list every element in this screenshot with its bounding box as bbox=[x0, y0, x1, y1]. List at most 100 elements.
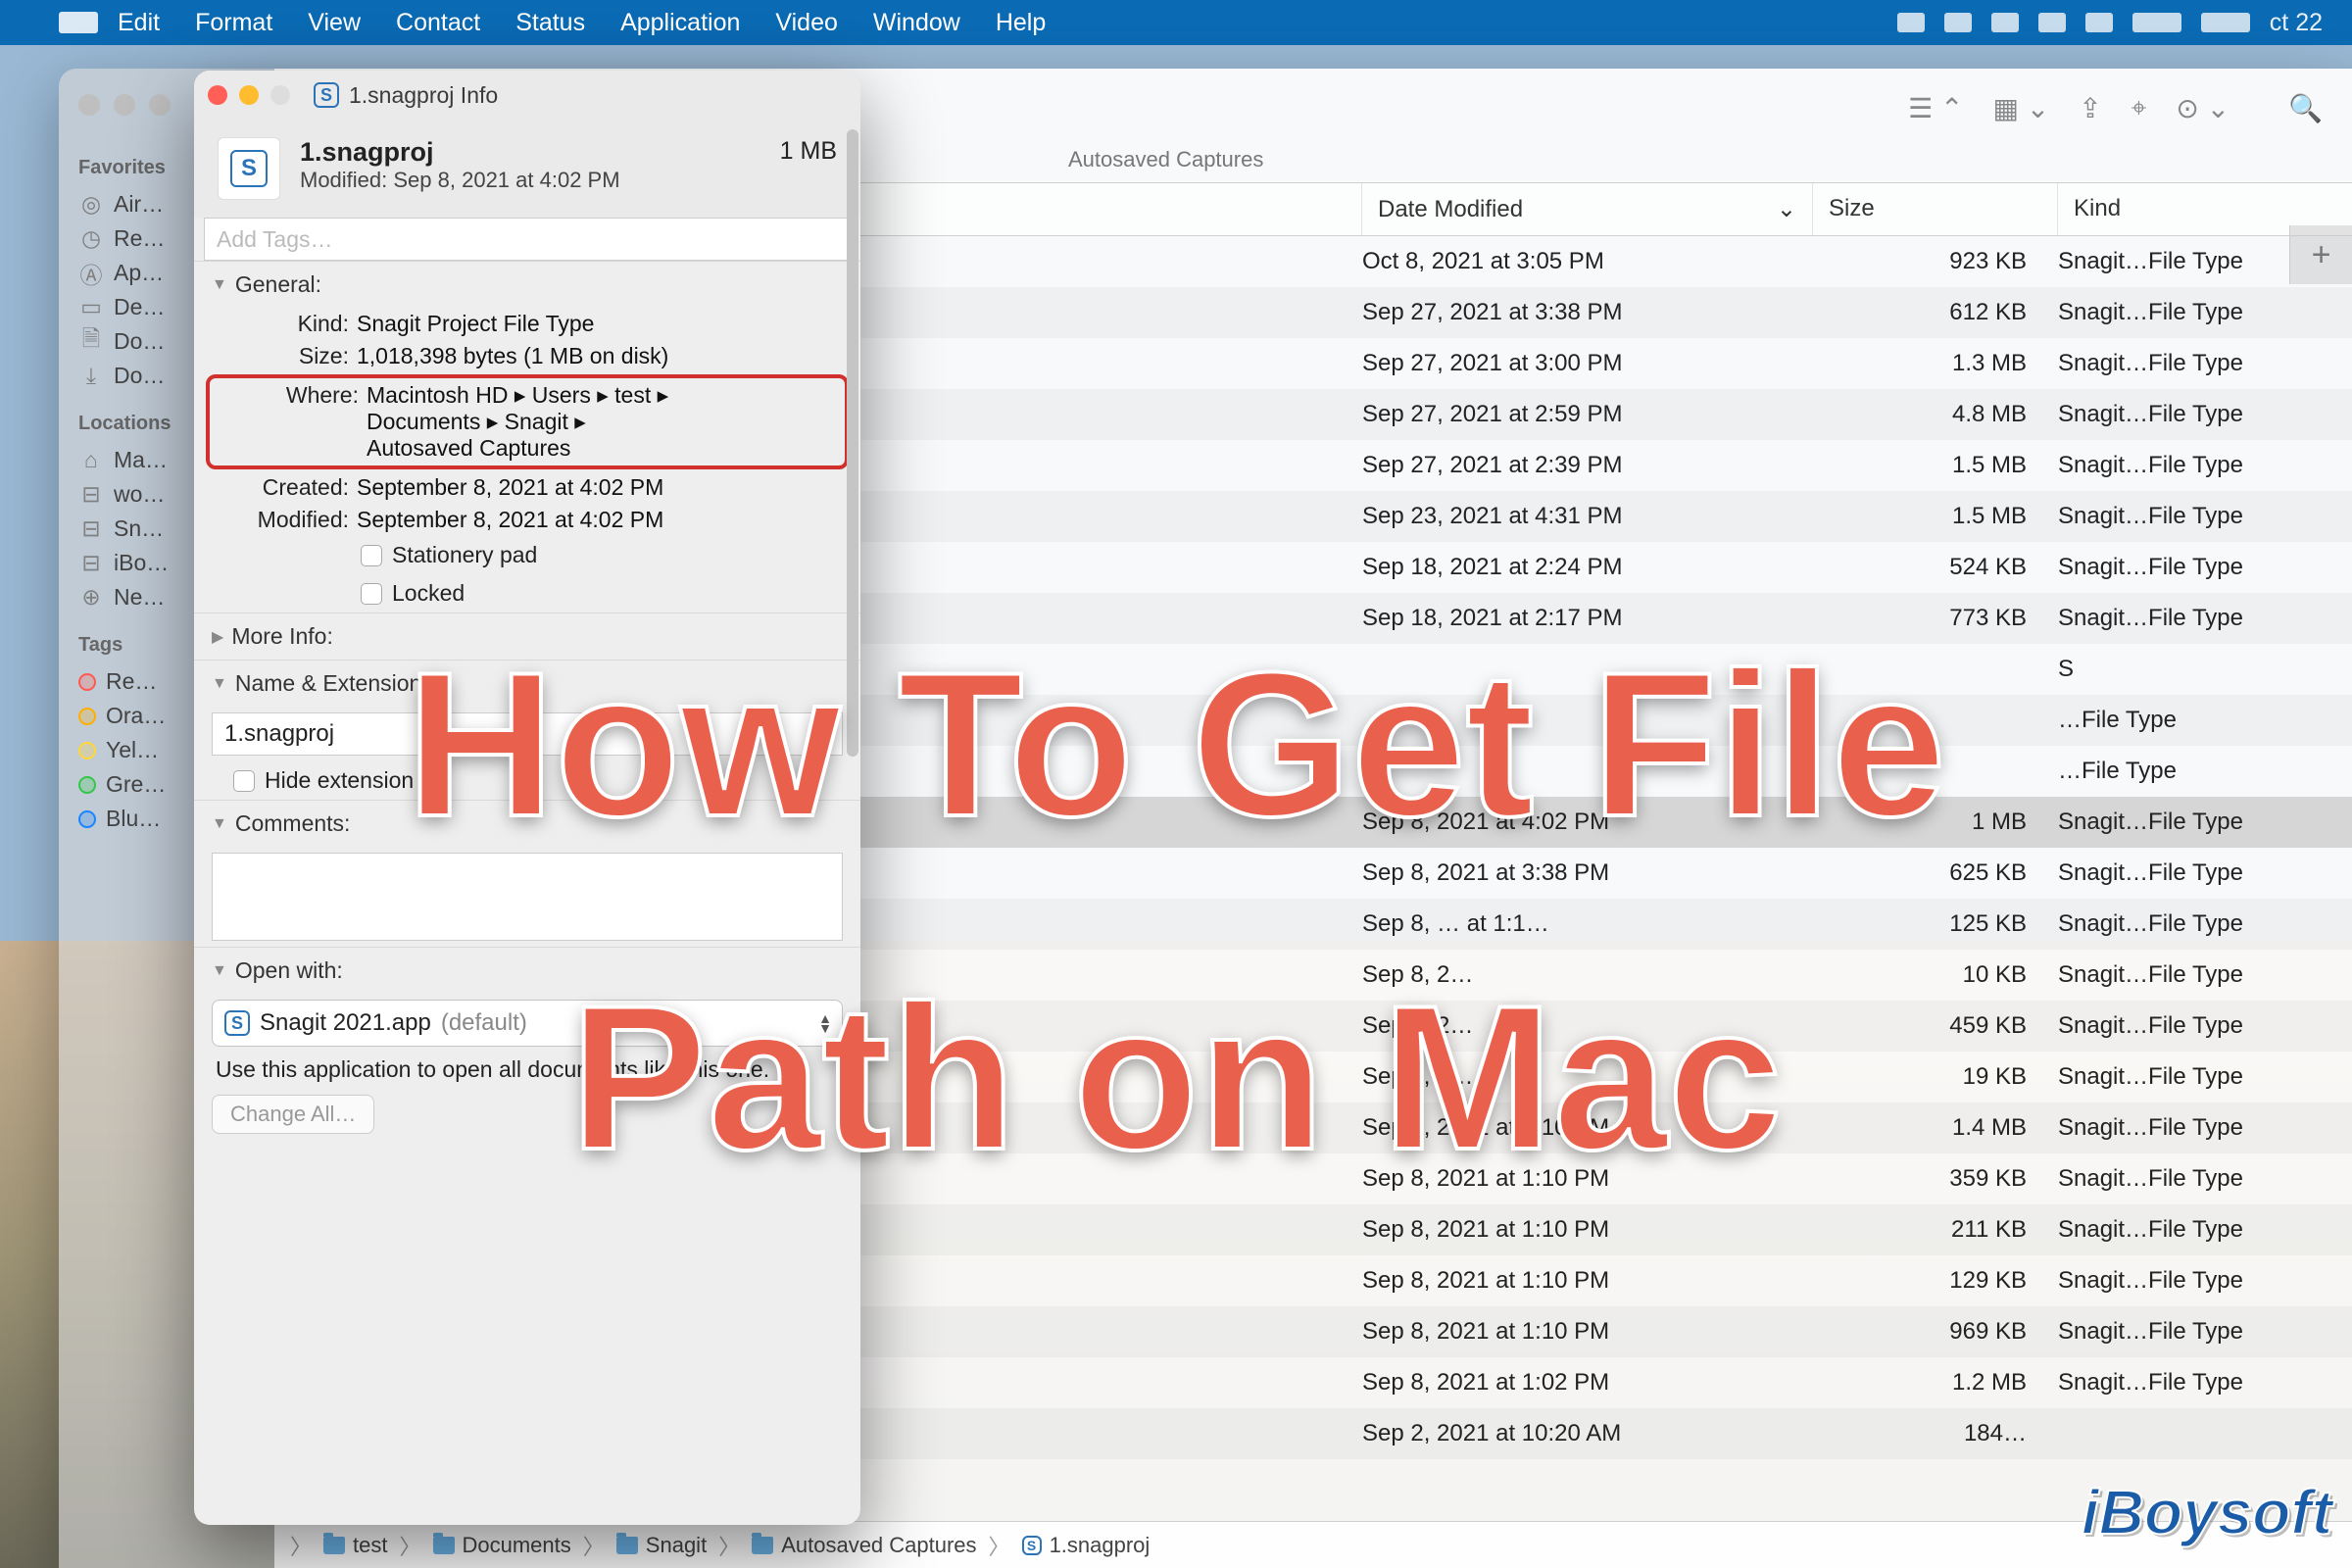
section-open-with[interactable]: ▼Open with: bbox=[194, 948, 860, 994]
maximize-icon[interactable] bbox=[270, 85, 290, 105]
section-comments[interactable]: ▼Comments: bbox=[194, 801, 860, 847]
file-kind: Snagit…File Type bbox=[2042, 910, 2336, 938]
menu-edit[interactable]: Edit bbox=[118, 9, 160, 37]
file-size: 459 KB bbox=[1797, 1012, 2042, 1040]
name-extension-input[interactable]: 1.snagproj bbox=[212, 712, 843, 756]
info-filename: 1.snagproj bbox=[300, 137, 434, 167]
file-kind: …File Type bbox=[2042, 707, 2336, 734]
menu-view[interactable]: View bbox=[308, 9, 361, 37]
info-summary: S 1.snagproj1 MB Modified: Sep 8, 2021 a… bbox=[194, 120, 860, 218]
file-date: Sep 27, 2021 at 2:39 PM bbox=[1347, 452, 1797, 479]
info-kind: Snagit Project File Type bbox=[357, 311, 843, 337]
breadcrumb-item[interactable]: S1.snagproj bbox=[1022, 1533, 1151, 1558]
apps-icon: Ⓐ bbox=[78, 261, 104, 286]
file-size: 1 MB bbox=[1797, 808, 2042, 836]
maximize-icon[interactable] bbox=[149, 94, 171, 116]
status-icon[interactable] bbox=[1897, 13, 1925, 32]
breadcrumb-item[interactable]: Autosaved Captures bbox=[752, 1533, 976, 1558]
file-kind: Snagit…File Type bbox=[2042, 1216, 2336, 1244]
menu-video[interactable]: Video bbox=[775, 9, 838, 37]
minimize-icon[interactable] bbox=[239, 85, 259, 105]
file-kind: Snagit…File Type bbox=[2042, 1063, 2336, 1091]
menubar: Edit Format View Contact Status Applicat… bbox=[0, 0, 2352, 45]
file-size: 359 KB bbox=[1797, 1165, 2042, 1193]
scrollbar[interactable] bbox=[847, 129, 858, 757]
menu-help[interactable]: Help bbox=[996, 9, 1046, 37]
status-icon[interactable] bbox=[1944, 13, 1972, 32]
file-kind: Snagit…File Type bbox=[2042, 452, 2336, 479]
info-titlebar[interactable]: S 1.snagproj Info bbox=[194, 71, 860, 120]
download-icon: ⤓ bbox=[78, 364, 104, 389]
menu-format[interactable]: Format bbox=[195, 9, 272, 37]
file-size: 129 KB bbox=[1797, 1267, 2042, 1295]
breadcrumb-item[interactable]: Snagit bbox=[616, 1533, 707, 1558]
menu-status[interactable]: Status bbox=[515, 9, 585, 37]
col-date[interactable]: Date Modified⌄ bbox=[1362, 183, 1813, 235]
status-icon[interactable] bbox=[2038, 13, 2066, 32]
status-icon[interactable] bbox=[2132, 13, 2181, 32]
document-icon: 🗎 bbox=[78, 329, 104, 355]
menu-application[interactable]: Application bbox=[620, 9, 740, 37]
close-icon[interactable] bbox=[78, 94, 100, 116]
info-window-title: 1.snagproj Info bbox=[349, 82, 498, 109]
menu-window[interactable]: Window bbox=[873, 9, 960, 37]
status-icon[interactable] bbox=[2085, 13, 2113, 32]
snagit-file-icon: S bbox=[314, 82, 339, 108]
col-size[interactable]: Size bbox=[1813, 183, 2058, 235]
file-date: Oct 8, 2021 at 3:05 PM bbox=[1347, 248, 1797, 275]
file-kind: S bbox=[2042, 656, 2336, 683]
view-list-icon[interactable]: ☰ ⌃ bbox=[1908, 92, 1963, 124]
hide-extension-checkbox[interactable] bbox=[233, 770, 255, 792]
file-size: 524 KB bbox=[1797, 554, 2042, 581]
share-icon[interactable]: ⇪ bbox=[2079, 92, 2101, 124]
clock-icon: ◷ bbox=[78, 226, 104, 252]
more-icon[interactable]: ⊙ ⌄ bbox=[2176, 92, 2230, 124]
file-date: Sep 8, 2021 at 3:38 PM bbox=[1347, 859, 1797, 887]
open-with-select[interactable]: S Snagit 2021.app (default) ▲▼ bbox=[212, 1000, 843, 1047]
tags-icon[interactable]: ⌖ bbox=[2132, 92, 2147, 124]
disk-icon: ⊟ bbox=[78, 551, 104, 576]
disclosure-triangle-icon: ▼ bbox=[212, 675, 227, 693]
search-icon[interactable]: 🔍 bbox=[2288, 92, 2323, 124]
breadcrumb-item[interactable]: Documents bbox=[433, 1533, 571, 1558]
folder-icon bbox=[752, 1537, 773, 1554]
view-group-icon[interactable]: ▦ ⌄ bbox=[1992, 92, 2049, 124]
menu-contact[interactable]: Contact bbox=[396, 9, 480, 37]
file-date: Sep 8, 2021 at 4:02 PM bbox=[1347, 808, 1797, 836]
comments-input[interactable] bbox=[212, 853, 843, 941]
file-size: 19 KB bbox=[1797, 1063, 2042, 1091]
file-date: Sep 8, 2021 at 1:10 PM bbox=[1347, 1318, 1797, 1346]
status-icon[interactable] bbox=[1991, 13, 2019, 32]
file-size: 1.3 MB bbox=[1797, 350, 2042, 377]
breadcrumb-item[interactable]: test bbox=[323, 1533, 387, 1558]
close-icon[interactable] bbox=[208, 85, 227, 105]
locked-checkbox[interactable] bbox=[361, 583, 382, 605]
file-date: Sep 27, 2021 at 3:00 PM bbox=[1347, 350, 1797, 377]
file-kind: Snagit…File Type bbox=[2042, 1114, 2336, 1142]
file-size: 184… bbox=[1797, 1420, 2042, 1447]
file-kind: Snagit…File Type bbox=[2042, 554, 2336, 581]
file-date: Sep 8, 2… bbox=[1347, 1012, 1797, 1040]
file-kind: Snagit…File Type bbox=[2042, 401, 2336, 428]
file-date: Sep 27, 2021 at 3:38 PM bbox=[1347, 299, 1797, 326]
file-size: 625 KB bbox=[1797, 859, 2042, 887]
minimize-icon[interactable] bbox=[114, 94, 135, 116]
tag-color-icon bbox=[78, 776, 96, 794]
stationery-checkbox[interactable] bbox=[361, 545, 382, 566]
file-size: 211 KB bbox=[1797, 1216, 2042, 1244]
info-filesize: 1 MB bbox=[780, 137, 837, 166]
section-more-info[interactable]: ▶More Info: bbox=[194, 613, 860, 660]
network-icon: ⊕ bbox=[78, 585, 104, 611]
tags-input[interactable]: Add Tags… bbox=[204, 218, 851, 261]
section-general[interactable]: ▼General: bbox=[194, 262, 860, 308]
file-date: Sep 8, 2021 at 1:02 PM bbox=[1347, 1369, 1797, 1396]
section-name-extension[interactable]: ▼Name & Extension: bbox=[194, 661, 860, 707]
tag-color-icon bbox=[78, 673, 96, 691]
file-kind: Snagit…File Type bbox=[2042, 350, 2336, 377]
new-tab-button[interactable]: + bbox=[2289, 225, 2352, 284]
status-icon[interactable] bbox=[2201, 13, 2250, 32]
file-size: 612 KB bbox=[1797, 299, 2042, 326]
info-modified: Modified: Sep 8, 2021 at 4:02 PM bbox=[300, 168, 837, 193]
file-date: Sep 2, 2021 at 10:20 AM bbox=[1347, 1420, 1797, 1447]
change-all-button[interactable]: Change All… bbox=[212, 1095, 374, 1134]
